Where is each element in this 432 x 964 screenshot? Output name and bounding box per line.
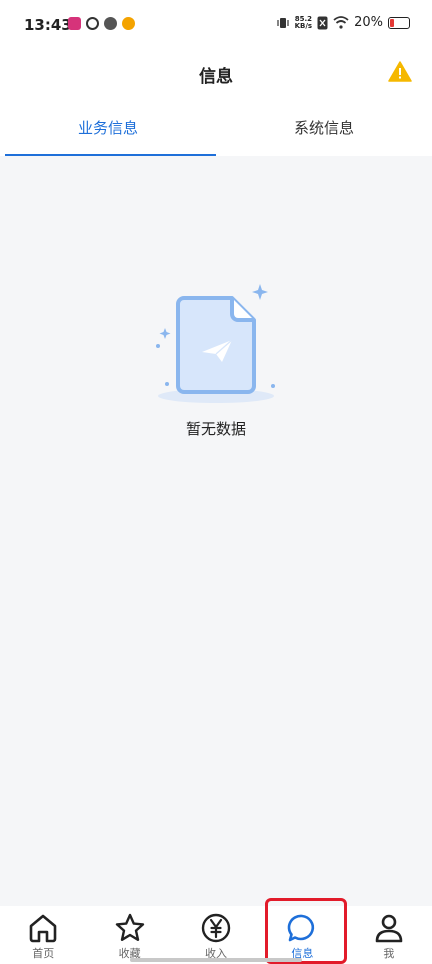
tab-business-info[interactable]: 业务信息 bbox=[0, 102, 216, 156]
nav-label-me: 我 bbox=[383, 947, 395, 960]
app-notification-icon bbox=[86, 17, 99, 30]
battery-icon bbox=[388, 16, 410, 29]
notification-icons bbox=[68, 17, 135, 30]
user-icon bbox=[375, 914, 403, 943]
nav-item-income[interactable]: 收入 bbox=[173, 906, 259, 964]
weibo-icon bbox=[122, 17, 135, 30]
tab-system-info[interactable]: 系统信息 bbox=[216, 102, 432, 156]
warning-icon[interactable] bbox=[388, 60, 412, 84]
tab-bar: 业务信息 系统信息 bbox=[0, 102, 432, 157]
nav-item-me[interactable]: 我 bbox=[346, 906, 432, 964]
home-icon bbox=[29, 914, 57, 943]
yen-icon bbox=[201, 913, 231, 943]
no-sim-icon bbox=[317, 16, 328, 29]
highlight-box bbox=[265, 898, 347, 964]
content-area: 暂无数据 bbox=[0, 156, 432, 906]
home-indicator[interactable] bbox=[130, 958, 302, 962]
net-speed-unit: KB/s bbox=[294, 21, 313, 30]
net-speed: 85.2 KB/s bbox=[294, 15, 313, 30]
header: 信息 bbox=[0, 48, 432, 100]
status-bar: 13:43 85.2 KB/s 20% bbox=[0, 0, 432, 48]
nav-item-favorites[interactable]: 收藏 bbox=[86, 906, 172, 964]
battery-percent: 20% bbox=[354, 15, 383, 30]
status-right: 85.2 KB/s 20% bbox=[276, 15, 410, 30]
bottom-nav: 首页 收藏 收入 信息 我 bbox=[0, 906, 432, 964]
star-icon bbox=[115, 913, 144, 941]
nav-label-home: 首页 bbox=[32, 947, 55, 960]
nav-item-home[interactable]: 首页 bbox=[0, 906, 86, 964]
empty-state-text: 暂无数据 bbox=[185, 420, 246, 438]
app-notification-icon bbox=[68, 17, 81, 30]
page-title: 信息 bbox=[199, 67, 233, 87]
wifi-icon bbox=[333, 16, 349, 29]
status-time: 13:43 bbox=[24, 16, 72, 34]
empty-document-icon bbox=[156, 284, 275, 403]
app-notification-icon bbox=[104, 17, 117, 30]
vibrate-icon bbox=[277, 17, 289, 28]
